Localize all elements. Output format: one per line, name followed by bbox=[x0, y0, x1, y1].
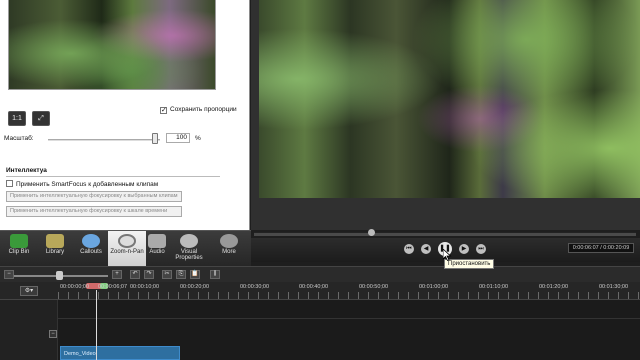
tab-label: Visual Properties bbox=[175, 249, 203, 261]
scale-slider-thumb[interactable] bbox=[152, 133, 158, 144]
ruler-label: 00:00:10;00 bbox=[130, 284, 160, 290]
smart-focus-title: Интеллектуа bbox=[6, 167, 47, 174]
zoom-icon bbox=[118, 234, 136, 248]
ruler-label: 00:00:50;00 bbox=[359, 284, 389, 290]
zoom-out-icon[interactable]: − bbox=[4, 270, 14, 279]
zoom-controls: 1:1 ⤢ bbox=[8, 107, 56, 126]
library-icon bbox=[46, 234, 64, 248]
clip-label: Demo_Video bbox=[64, 351, 96, 357]
thumbnail-image bbox=[9, 0, 215, 89]
smart-focus-apply-label: Применить SmartFocus к добавленным клипа… bbox=[16, 181, 159, 188]
timeline-zoom-knob[interactable] bbox=[56, 271, 63, 280]
clip-bin-icon bbox=[10, 234, 28, 248]
ruler-label: 00:00:20;00 bbox=[180, 284, 210, 290]
video-preview[interactable] bbox=[259, 0, 640, 198]
paste-icon[interactable]: 📋 bbox=[190, 270, 200, 279]
zoom-in-icon[interactable]: + bbox=[112, 270, 122, 279]
ruler-label: 00:00:30;00 bbox=[240, 284, 270, 290]
redo-icon[interactable]: ↷ bbox=[144, 270, 154, 279]
fit-button[interactable]: ⤢ bbox=[32, 111, 50, 126]
keep-proportions-checkbox[interactable]: ✓ bbox=[160, 107, 167, 114]
smart-focus-checkbox[interactable] bbox=[6, 180, 13, 187]
scale-row: Масштаб: 100 % bbox=[4, 133, 244, 145]
more-icon bbox=[220, 234, 238, 248]
cut-icon[interactable]: ✂ bbox=[162, 270, 172, 279]
task-tabs: Clip Bin Library Callouts Zoom-n-Pan Aud… bbox=[0, 230, 251, 267]
ruler-label: 00:00:40;00 bbox=[299, 284, 329, 290]
skip-back-icon[interactable]: ⏮ bbox=[404, 244, 414, 254]
audio-icon bbox=[148, 234, 166, 248]
tab-visual-properties[interactable]: Visual Properties bbox=[170, 231, 208, 267]
scale-unit: % bbox=[195, 135, 201, 142]
ruler-ticks bbox=[58, 292, 640, 299]
apply-to-timeline-button[interactable]: Применить интеллектуальную фокусировку к… bbox=[6, 206, 182, 217]
zoom-n-pan-panel: 1:1 ⤢ ✓ Сохранить пропорции Масштаб: 100 %… bbox=[0, 0, 250, 230]
ruler-label: 00:00:00;00 bbox=[60, 284, 90, 290]
ruler-label: 00:01:20;00 bbox=[539, 284, 569, 290]
skip-forward-icon[interactable]: ⏭ bbox=[476, 244, 486, 254]
camtasia-window: 1:1 ⤢ ✓ Сохранить пропорции Масштаб: 100 %… bbox=[0, 0, 640, 360]
seek-thumb[interactable] bbox=[368, 229, 375, 236]
seek-bar[interactable] bbox=[254, 232, 636, 236]
ruler-label: 00:01:10;00 bbox=[479, 284, 509, 290]
timeline-toolbar: − + ↶ ↷ ✂ ⎘ 📋 ⫼ bbox=[0, 266, 640, 282]
undo-icon[interactable]: ↶ bbox=[130, 270, 140, 279]
tab-label: More bbox=[222, 249, 236, 255]
callouts-icon bbox=[82, 234, 100, 248]
collapse-track-icon[interactable]: − bbox=[49, 330, 57, 338]
section-divider bbox=[6, 176, 220, 177]
step-forward-icon[interactable]: ▶ bbox=[459, 244, 469, 254]
one-to-one-button[interactable]: 1:1 bbox=[8, 111, 26, 126]
track-divider bbox=[58, 318, 640, 319]
tab-label: Clip Bin bbox=[8, 249, 30, 255]
tab-label: Callouts bbox=[80, 249, 102, 255]
mouse-cursor-icon bbox=[443, 249, 452, 261]
tab-label: Audio bbox=[149, 249, 165, 255]
gear-icon[interactable]: ⚙▾ bbox=[20, 286, 38, 296]
scale-input[interactable]: 100 bbox=[166, 133, 190, 143]
keep-proportions-label: Сохранить пропорции bbox=[170, 106, 237, 113]
apply-to-selected-button[interactable]: Применить интеллектуальную фокусировку к… bbox=[6, 191, 182, 202]
ruler-label: 00:00:06;07 bbox=[98, 284, 128, 290]
video-frame bbox=[259, 0, 640, 198]
playhead-line[interactable] bbox=[96, 290, 97, 360]
keep-proportions[interactable]: ✓ Сохранить пропорции bbox=[160, 106, 237, 114]
tab-more[interactable]: More bbox=[210, 231, 248, 267]
copy-icon[interactable]: ⎘ bbox=[176, 270, 186, 279]
split-icon[interactable]: ⫼ bbox=[210, 270, 220, 279]
step-back-icon[interactable]: ◀ bbox=[421, 244, 431, 254]
scale-label: Масштаб: bbox=[4, 135, 34, 142]
scale-slider[interactable] bbox=[48, 139, 160, 141]
tab-callouts[interactable]: Callouts bbox=[72, 231, 110, 267]
tab-clip-bin[interactable]: Clip Bin bbox=[0, 231, 38, 267]
tab-library[interactable]: Library bbox=[36, 231, 74, 267]
smart-focus-apply[interactable]: Применить SmartFocus к добавленным клипа… bbox=[6, 180, 158, 188]
ruler-label: 00:01:30;00 bbox=[599, 284, 629, 290]
tab-label: Library bbox=[45, 249, 65, 255]
ruler-label: 00:01:00;00 bbox=[419, 284, 449, 290]
time-display: 0:00:06:07 / 0:00:20:09 bbox=[568, 243, 634, 253]
zoom-thumbnail[interactable] bbox=[8, 0, 216, 90]
visual-properties-icon bbox=[180, 234, 198, 248]
